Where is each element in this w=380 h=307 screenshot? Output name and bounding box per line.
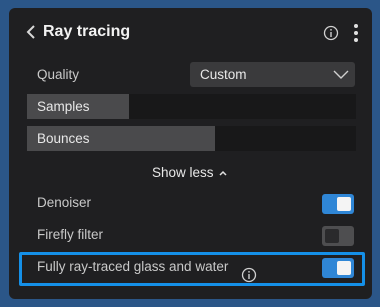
more-vertical-icon[interactable] <box>352 23 360 43</box>
caret-up-icon <box>219 170 227 176</box>
bounces-slider[interactable]: Bounces <box>27 126 356 151</box>
samples-label: Samples <box>37 99 90 114</box>
info-icon[interactable] <box>323 25 339 41</box>
denoiser-toggle[interactable] <box>322 194 354 214</box>
show-less-button[interactable]: Show less <box>152 165 227 180</box>
panel-header: Ray tracing <box>9 8 372 56</box>
firefly-filter-label: Firefly filter <box>37 227 104 242</box>
denoiser-label: Denoiser <box>37 195 92 210</box>
page-title: Ray tracing <box>43 23 131 40</box>
samples-slider[interactable]: Samples <box>27 94 356 119</box>
bounces-label: Bounces <box>37 131 90 146</box>
chevron-down-icon <box>333 70 349 79</box>
show-less-label: Show less <box>152 165 214 180</box>
back-chevron-icon[interactable] <box>23 24 39 40</box>
toggle-knob <box>337 197 351 211</box>
quality-label: Quality <box>37 67 80 82</box>
firefly-filter-toggle[interactable] <box>322 226 354 246</box>
toggle-knob <box>325 229 339 243</box>
quality-dropdown[interactable]: Custom <box>190 62 355 87</box>
focus-highlight <box>19 252 365 286</box>
quality-value: Custom <box>200 67 247 82</box>
